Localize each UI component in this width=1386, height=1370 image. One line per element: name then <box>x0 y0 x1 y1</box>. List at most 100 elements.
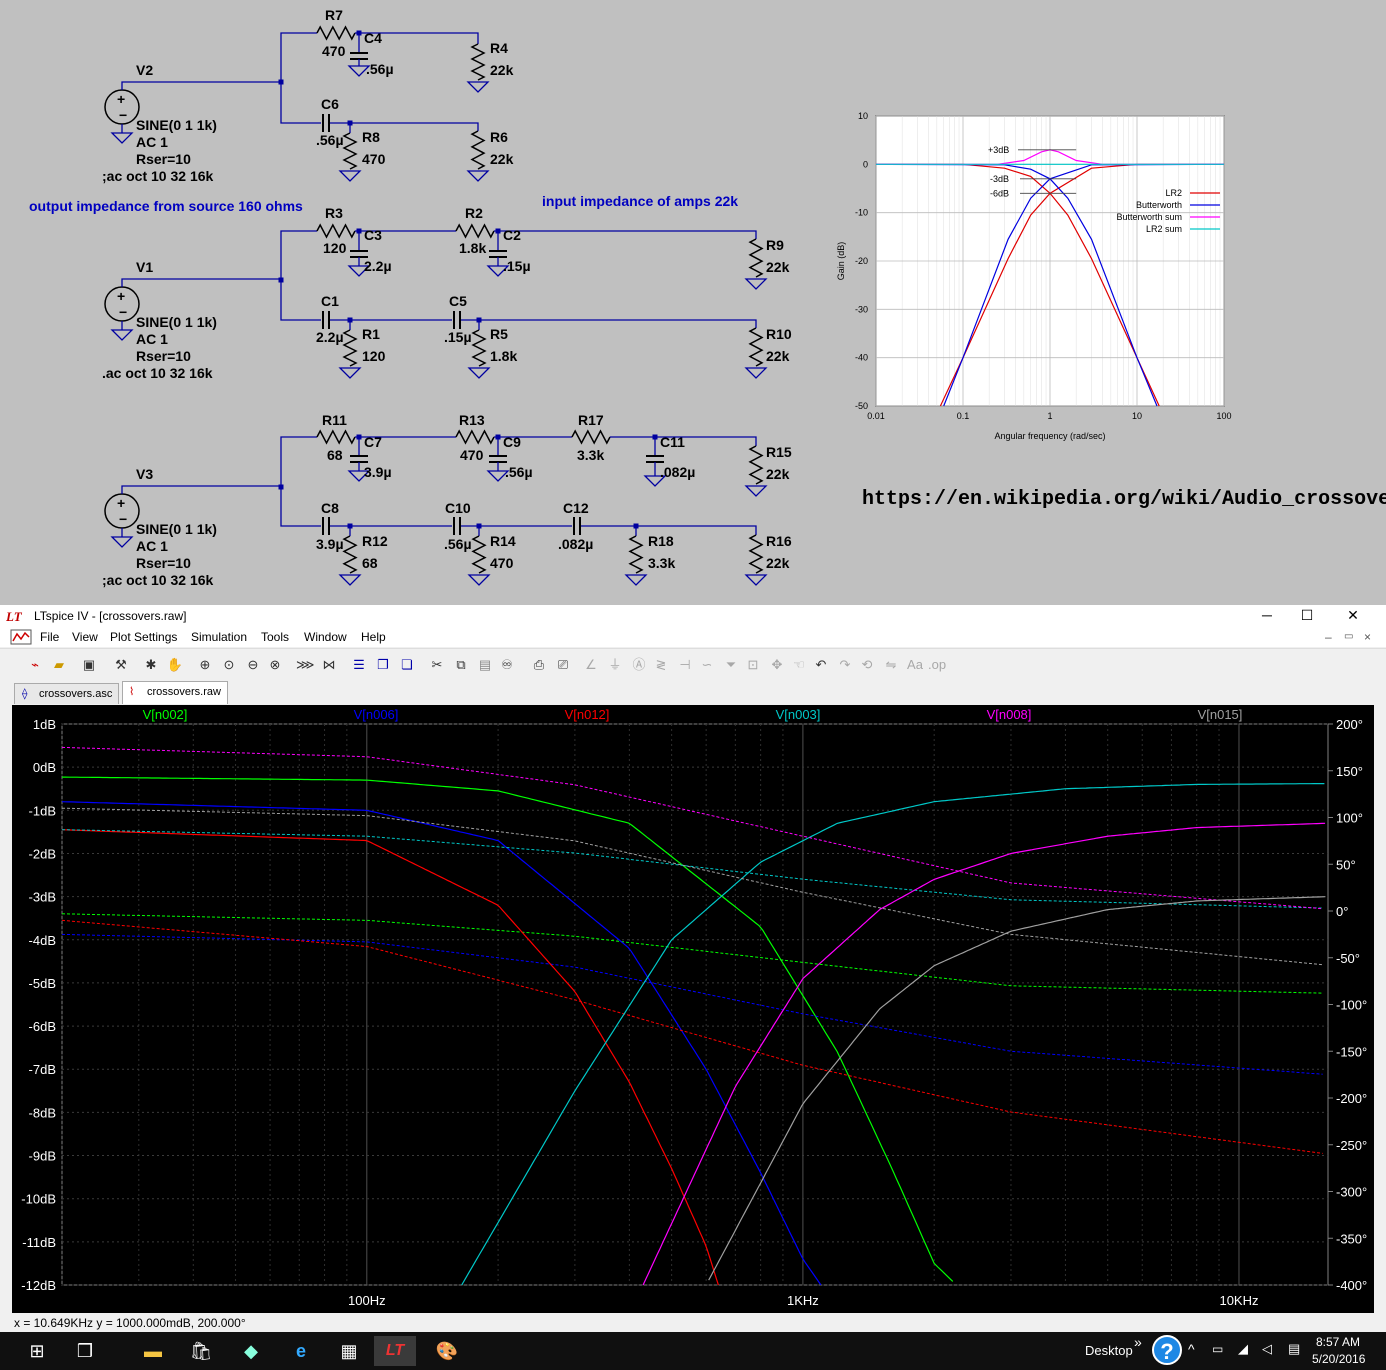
cascade-icon[interactable]: ❐ <box>374 656 392 674</box>
start-windows-icon[interactable]: ⊞ <box>22 1336 52 1366</box>
source-spec: SINE(0 1 1k) <box>136 314 217 330</box>
waveform-doc-icon[interactable] <box>10 629 32 645</box>
c3-name: C3 <box>364 227 382 243</box>
undo-icon[interactable]: ↶ <box>812 656 830 674</box>
wiki-url-text: https://en.wikipedia.org/wiki/Audio_cros… <box>862 488 1386 511</box>
volume-icon[interactable]: ◁ <box>1262 1341 1272 1357</box>
move-icon[interactable]: ✥ <box>768 656 786 674</box>
mdi-close-icon[interactable]: × <box>1364 630 1371 644</box>
wifi-icon[interactable]: ◢ <box>1238 1341 1248 1357</box>
junction-dot <box>278 79 284 85</box>
plot-y-left-tick-label: -2dB <box>29 846 56 861</box>
file-explorer-icon[interactable]: ▬ <box>138 1336 168 1366</box>
redo-icon[interactable]: ↷ <box>836 656 854 674</box>
open-folder-icon[interactable]: ▰ <box>50 656 68 674</box>
r13-value: 470 <box>460 447 484 463</box>
rotate-icon[interactable]: ⟲ <box>858 656 876 674</box>
tab-label: crossovers.asc <box>39 688 113 700</box>
menu-plot-settings[interactable]: Plot Settings <box>110 630 177 644</box>
desktop-toolbar-label[interactable]: Desktop <box>1085 1343 1133 1358</box>
halt-icon[interactable]: ✋ <box>166 656 184 674</box>
tile-vertical-icon[interactable]: ❏ <box>398 656 416 674</box>
chevron-up-icon[interactable]: ^ <box>1188 1341 1195 1357</box>
menu-window[interactable]: Window <box>304 630 347 644</box>
control-panel-icon[interactable]: ⚒ <box>112 656 130 674</box>
copy-icon[interactable]: ⧉ <box>452 656 470 674</box>
tab-crossovers-asc[interactable]: ⟠ crossovers.asc <box>14 683 120 704</box>
store-icon[interactable]: 🛍 <box>186 1336 216 1366</box>
trace-label: V[n015] <box>1198 707 1243 722</box>
plus-sign: + <box>117 288 125 304</box>
text-icon[interactable]: Aa <box>906 656 924 674</box>
maximize-button[interactable]: ☐ <box>1284 605 1330 627</box>
pan-icon[interactable]: ⊙ <box>220 656 238 674</box>
minus-sign: − <box>119 511 127 527</box>
r16-name: R16 <box>766 533 792 549</box>
diode-icon[interactable]: ⏷ <box>722 656 740 674</box>
tab-crossovers-raw[interactable]: ⌇ crossovers.raw <box>122 681 228 704</box>
drag-icon[interactable]: ☜ <box>790 656 808 674</box>
minus-sign: − <box>119 107 127 123</box>
zoom-out-icon[interactable]: ⊖ <box>244 656 262 674</box>
plot-y-left-tick-label: -10dB <box>21 1192 56 1207</box>
ground-symbol <box>110 536 134 548</box>
mdi-minimize-icon[interactable]: – <box>1325 630 1332 644</box>
battery-icon[interactable]: ▭ <box>1212 1342 1223 1356</box>
draw-wire-icon[interactable]: ∠ <box>582 656 600 674</box>
label-net-icon[interactable]: Ⓐ <box>630 656 648 674</box>
save-icon[interactable]: ▣ <box>80 656 98 674</box>
inductor-icon[interactable]: ∽ <box>698 656 716 674</box>
print-icon[interactable]: ⎚ <box>554 656 572 674</box>
fit-icon[interactable]: ⋈ <box>320 656 338 674</box>
status-bar: x = 10.649KHz y = 1000.000mdB, 200.000° <box>0 1314 1386 1332</box>
waveform-plot-canvas[interactable]: 1dB 0dB -1dB -2dB -3dB -4dB -5dB -6dB -7dB -8dB -9… <box>12 705 1374 1313</box>
paste-icon[interactable]: ▤ <box>476 656 494 674</box>
cut-icon[interactable]: ✂ <box>428 656 446 674</box>
task-view-icon[interactable]: ❒ <box>70 1336 100 1366</box>
ltspice-taskbar-icon[interactable]: LT <box>374 1336 416 1366</box>
calculator-icon[interactable]: ▦ <box>334 1336 364 1366</box>
help-icon[interactable]: ? <box>1152 1335 1182 1365</box>
menu-view[interactable]: View <box>72 630 98 644</box>
zoom-in-icon[interactable]: ⊕ <box>196 656 214 674</box>
mdi-restore-icon[interactable]: ▭ <box>1344 631 1353 642</box>
close-button[interactable]: ✕ <box>1330 605 1376 627</box>
plot-y-left-tick-label: -4dB <box>29 933 56 948</box>
print-preview-icon[interactable]: ⎙ <box>530 656 548 674</box>
app-icon[interactable]: ◆ <box>236 1336 266 1366</box>
c10-value: .56µ <box>444 536 472 552</box>
ground-icon[interactable]: ⏚ <box>606 656 624 674</box>
notification-icon[interactable]: ▤ <box>1288 1341 1300 1357</box>
ground-symbol <box>110 132 134 144</box>
component-icon[interactable]: ⊡ <box>744 656 762 674</box>
waveform-plot[interactable]: 1dB 0dB -1dB -2dB -3dB -4dB -5dB -6dB -7dB -8dB -9… <box>12 705 1374 1313</box>
menu-help[interactable]: Help <box>361 630 386 644</box>
r4-value: 22k <box>490 62 514 78</box>
plot-y-left-tick-label: -5dB <box>29 976 56 991</box>
spice-directive-icon[interactable]: .op <box>928 656 946 674</box>
wire <box>121 81 281 90</box>
menu-tools[interactable]: Tools <box>261 630 289 644</box>
tile-horizontal-icon[interactable]: ☰ <box>350 656 368 674</box>
new-schematic-icon[interactable]: ⌁ <box>26 656 44 674</box>
chart-legend-label: Butterworth <box>1136 200 1182 210</box>
autorange-icon[interactable]: ⋙ <box>296 656 315 674</box>
toolbar-overflow-icon[interactable]: » <box>1134 1334 1142 1350</box>
resistor-icon[interactable]: ≷ <box>652 656 670 674</box>
internet-explorer-icon[interactable]: e <box>286 1336 316 1366</box>
paint-icon[interactable]: 🎨 <box>432 1336 462 1366</box>
find-icon[interactable]: ♾ <box>498 656 516 674</box>
capacitor-icon[interactable]: ⊣ <box>676 656 694 674</box>
plot-y-left-tick-label: -9dB <box>29 1149 56 1164</box>
resistor-symbol <box>471 535 487 574</box>
run-icon[interactable]: ✱ <box>142 656 160 674</box>
clock-date[interactable]: 5/20/2016 <box>1312 1352 1365 1366</box>
zoom-full-icon[interactable]: ⊗ <box>266 656 284 674</box>
plot-y-right-tick-label: -250° <box>1336 1138 1367 1153</box>
r14-value: 470 <box>490 555 514 571</box>
clock-time[interactable]: 8:57 AM <box>1316 1335 1360 1349</box>
menu-file[interactable]: File <box>40 630 59 644</box>
menu-simulation[interactable]: Simulation <box>191 630 247 644</box>
mirror-icon[interactable]: ⇋ <box>882 656 900 674</box>
source-name: V3 <box>136 466 153 482</box>
